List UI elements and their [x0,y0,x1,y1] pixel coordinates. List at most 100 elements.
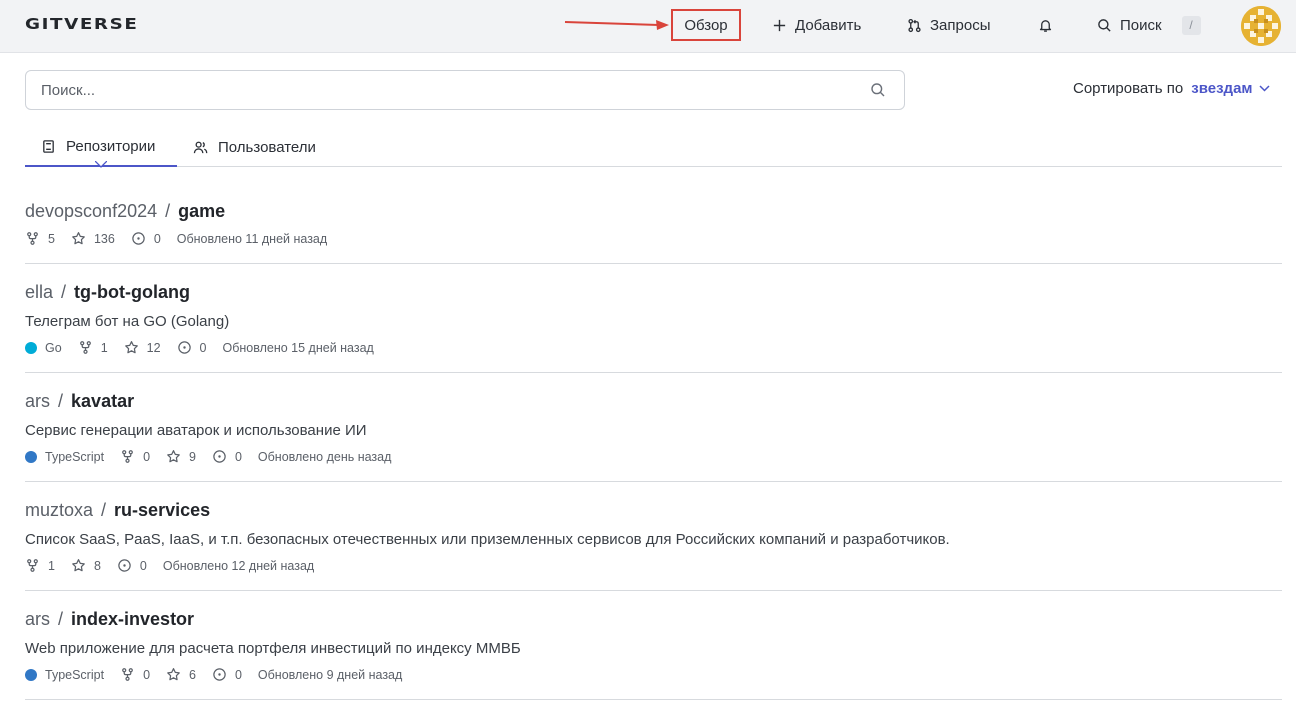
repo-stars-count: 9 [189,449,196,464]
star-icon [167,450,180,463]
repo-title[interactable]: ars / index-investor [25,608,194,630]
repo-issues: 0 [212,449,242,464]
user-avatar[interactable] [1241,6,1281,46]
issue-icon [213,450,226,463]
nav-search[interactable]: Поиск / [1097,0,1201,50]
search-field-icon[interactable] [870,82,886,98]
repo-meta: TypeScript 0 9 0 Обновлено день назад [25,449,391,464]
repo-stars: 9 [166,449,196,464]
nav-pull-requests[interactable]: Запросы [907,0,991,50]
sort-dropdown[interactable]: звездам [1191,80,1270,97]
search-input[interactable] [41,71,861,109]
repo-stars-count: 8 [93,558,101,573]
users-icon [193,141,208,153]
language-color-dot [25,341,37,354]
repo-title[interactable]: ella / tg-bot-golang [25,281,190,303]
fork-icon [27,559,38,572]
list-item: ars / kavatar Сервис генерации аватарок и … [25,373,1282,482]
issue-icon [213,668,226,681]
annotation-arrow-icon [564,20,669,30]
repo-stars: 136 [71,231,115,246]
tabs: Репозитории Пользователи [25,128,1282,168]
repo-name[interactable]: kavatar [71,391,134,411]
repo-owner[interactable]: ella [25,282,53,302]
sort-label: Сортировать по [1073,80,1184,97]
repo-forks: 1 [25,558,55,573]
repo-name[interactable]: game [178,201,225,221]
repo-issues: 0 [117,558,147,573]
repo-title[interactable]: devopsconf2024 / game [25,200,225,222]
repo-updated: Обновлено 12 дней назад [162,558,315,573]
repo-owner[interactable]: devopsconf2024 [25,201,157,221]
repo-language-label: TypeScript [45,449,105,464]
search-icon [1098,18,1111,32]
fork-icon [79,341,91,354]
repo-updated: Обновлено 11 дней назад [176,231,328,246]
sort-control: Сортировать по звездам [1073,80,1270,97]
repo-forks: 5 [25,231,55,246]
fork-icon [122,668,133,681]
list-item: ars / index-investor Web приложение для ра… [25,591,1282,700]
repo-slash: / [58,609,64,629]
repo-owner[interactable]: ars [25,609,50,629]
repo-issues: 0 [212,667,242,682]
repo-issues-count: 0 [234,449,242,464]
repo-language: TypeScript [25,450,104,464]
nav-overview[interactable]: Обзор [671,9,741,41]
repo-meta: 1 8 0 Обновлено 12 дней назад [25,558,314,573]
chevron-down-icon [1258,85,1270,92]
tab-users-label: Пользователи [218,138,316,156]
tab-users[interactable]: Пользователи [193,128,316,166]
list-item: muztoxa / ru-services Список SaaS, PaaS, I… [25,482,1282,591]
language-color-dot [25,668,37,681]
sort-value: звездам [1191,80,1253,97]
repo-stars-count: 136 [93,231,115,246]
search-field[interactable] [25,70,905,110]
repo-description: Сервис генерации аватарок и использовани… [25,422,367,439]
nav-add[interactable]: Добавить [772,0,861,50]
avatar-pattern-icon [1241,6,1281,46]
repo-meta: 5 136 0 Обновлено 11 дней назад [25,231,327,246]
star-icon [72,559,85,572]
repo-title[interactable]: muztoxa / ru-services [25,499,210,521]
repo-forks: 0 [120,667,150,682]
repo-name[interactable]: ru-services [114,500,210,520]
repo-description: Web приложение для расчета портфеля инве… [25,640,521,657]
repo-meta: Go 1 12 0 Обновлено 15 дней назад [25,340,374,355]
repo-updated: Обновлено день назад [257,449,392,464]
fork-icon [122,450,133,463]
nav-overview-label: Обзор [684,16,728,34]
language-color-dot [25,450,37,463]
issue-icon [118,559,131,572]
notifications-button[interactable] [1038,0,1053,50]
repo-language: TypeScript [25,668,104,682]
repo-language: Go [25,341,62,355]
repo-slash: / [61,282,67,302]
issue-icon [132,232,145,245]
repo-stars: 6 [166,667,196,682]
repo-language-label: Go [45,340,62,355]
repo-stars: 12 [124,340,161,355]
repo-forks-count: 0 [143,667,151,682]
repo-stars-count: 12 [146,340,161,355]
repo-meta: TypeScript 0 6 0 Обновлено 9 дней назад [25,667,402,682]
repo-description: Список SaaS, PaaS, IaaS, и т.п. безопасн… [25,531,950,548]
repo-owner[interactable]: ars [25,391,50,411]
gitverse-logo[interactable]: GITVERSE [25,15,138,33]
star-icon [167,668,180,681]
star-icon [124,341,138,354]
issue-icon [177,341,191,354]
repo-slash: / [165,201,171,221]
list-item: ella / tg-bot-golang Телеграм бот на GO (G… [25,264,1282,373]
repo-slash: / [58,391,64,411]
repo-issues-count: 0 [139,558,147,573]
repo-forks: 1 [78,340,108,355]
star-icon [72,232,85,245]
repo-updated: Обновлено 9 дней назад [257,667,403,682]
repo-owner[interactable]: muztoxa [25,500,93,520]
repo-title[interactable]: ars / kavatar [25,390,134,412]
repo-name[interactable]: tg-bot-golang [74,282,190,302]
list-item: devopsconf2024 / game 5 136 0 Обновлено 11… [25,167,1282,264]
repo-forks-count: 0 [143,449,151,464]
repo-name[interactable]: index-investor [71,609,194,629]
